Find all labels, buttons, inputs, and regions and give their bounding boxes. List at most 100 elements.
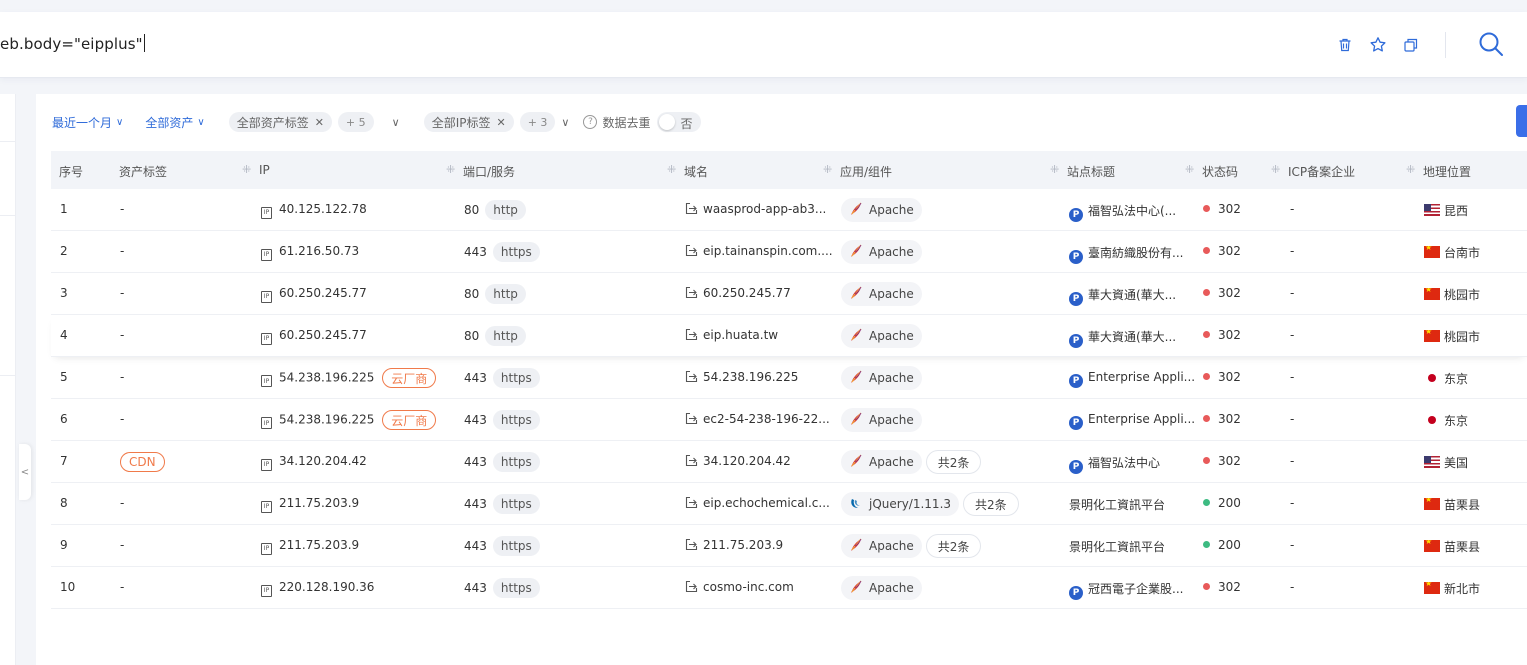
ip-cell[interactable]: IP 211.75.203.9 [261,496,359,513]
table-row[interactable]: 10 - IP 220.128.190.36 443 https cosmo-inc.com… [51,567,1527,609]
ip-tag-chip[interactable]: 全部IP标签 ✕ [423,112,514,132]
external-link-icon[interactable] [685,580,703,594]
app-chip[interactable]: Apache [841,534,922,558]
domain-cell[interactable]: waasprod-app-ab3... [685,202,826,216]
table-row[interactable]: 5 - IP 54.238.196.225 云厂商 443 https 54.238.196… [51,357,1527,399]
ip-cell[interactable]: IP 211.75.203.9 [261,538,359,555]
primary-action-button[interactable] [1516,105,1527,137]
ip-link[interactable]: 34.120.204.42 [279,454,367,468]
app-more-count[interactable]: 共2条 [925,450,982,474]
ip-link[interactable]: 60.250.245.77 [279,328,367,342]
app-chip[interactable]: Apache [841,282,922,306]
ip-tag-more[interactable]: + 3 [519,112,556,132]
help-icon[interactable]: ? [583,115,598,129]
app-chip[interactable]: Apache [841,240,922,264]
domain-cell[interactable]: 60.250.245.77 [685,286,791,300]
search-icon[interactable] [1477,30,1505,58]
table-row[interactable]: 1 - IP 40.125.122.78 80 http waasprod-app-ab3.… [51,189,1527,231]
service-badge[interactable]: https [492,536,540,556]
column-resize-icon[interactable]: ⁜ [667,163,676,176]
table-row[interactable]: 8 - IP 211.75.203.9 443 https eip.echochemical… [51,483,1527,525]
external-link-icon[interactable] [685,286,703,300]
app-more-count[interactable]: 共2条 [925,534,982,558]
domain-cell[interactable]: 54.238.196.225 [685,370,798,384]
column-resize-icon[interactable]: ⁜ [1406,163,1415,176]
ip-cell[interactable]: IP 40.125.122.78 [261,202,367,219]
domain-cell[interactable]: 34.120.204.42 [685,454,791,468]
app-chip[interactable]: Apache [841,450,922,474]
ip-cell[interactable]: IP 54.238.196.225 云厂商 [261,368,437,388]
service-badge[interactable]: https [492,368,540,388]
star-icon[interactable] [1367,34,1389,56]
ip-link[interactable]: 220.128.190.36 [279,580,374,594]
asset-scope-select[interactable]: 全部资产 ∨ [145,114,204,131]
app-chip[interactable]: Apache [841,576,922,600]
domain-cell[interactable]: 211.75.203.9 [685,538,783,552]
column-resize-icon[interactable]: ⁜ [1050,163,1059,176]
column-resize-icon[interactable]: ⁜ [446,163,455,176]
ip-cell[interactable]: IP 61.216.50.73 [261,244,359,261]
domain-cell[interactable]: eip.tainanspin.com.... [685,244,833,258]
copy-icon[interactable] [1400,34,1422,56]
ip-link[interactable]: 60.250.245.77 [279,286,367,300]
app-chip[interactable]: Apache [841,408,922,432]
service-badge[interactable]: https [492,410,540,430]
asset-tag-more[interactable]: + 5 [337,112,374,132]
table-row[interactable]: 7 CDN IP 34.120.204.42 443 https 34.120.204.42… [51,441,1527,483]
external-link-icon[interactable] [685,538,703,552]
table-row[interactable]: 3 - IP 60.250.245.77 80 http 60.250.245.77 Apac… [51,273,1527,315]
external-link-icon[interactable] [685,202,703,216]
ip-link[interactable]: 61.216.50.73 [279,244,359,258]
chevron-down-icon[interactable]: ∨ [392,116,400,129]
external-link-icon[interactable] [685,496,703,510]
service-badge[interactable]: http [485,200,526,220]
domain-cell[interactable]: eip.huata.tw [685,328,778,342]
dedupe-toggle[interactable]: 否 [656,112,701,132]
ip-link[interactable]: 54.238.196.225 [279,413,374,427]
external-link-icon[interactable] [685,328,703,342]
column-resize-icon[interactable]: ⁜ [242,163,251,176]
service-badge[interactable]: https [492,452,540,472]
ip-cell[interactable]: IP 60.250.245.77 [261,328,367,345]
ip-link[interactable]: 211.75.203.9 [279,496,359,510]
service-badge[interactable]: https [492,494,540,514]
column-resize-icon[interactable]: ⁜ [1185,163,1194,176]
external-link-icon[interactable] [685,244,703,258]
service-badge[interactable]: https [492,242,540,262]
ip-cell[interactable]: IP 60.250.245.77 [261,286,367,303]
app-chip[interactable]: Apache [841,366,922,390]
column-resize-icon[interactable]: ⁜ [823,163,832,176]
external-link-icon[interactable] [685,370,703,384]
external-link-icon[interactable] [685,454,703,468]
service-badge[interactable]: https [492,578,540,598]
table-row[interactable]: 2 - IP 61.216.50.73 443 https eip.tainanspin.c… [51,231,1527,273]
ip-link[interactable]: 54.238.196.225 [279,371,374,385]
ip-link[interactable]: 211.75.203.9 [279,538,359,552]
time-range-select[interactable]: 最近一个月 ∨ [52,114,123,131]
column-resize-icon[interactable]: ⁜ [1271,163,1280,176]
collapse-panel-button[interactable]: < [19,444,31,500]
domain-cell[interactable]: eip.echochemical.c... [685,496,830,510]
table-row[interactable]: 6 - IP 54.238.196.225 云厂商 443 https ec2-54-238… [51,399,1527,441]
close-icon[interactable]: ✕ [496,116,505,129]
ip-cell[interactable]: IP 34.120.204.42 [261,454,367,471]
ip-cell[interactable]: IP 220.128.190.36 [261,580,374,597]
domain-cell[interactable]: ec2-54-238-196-22... [685,412,830,426]
ip-link[interactable]: 40.125.122.78 [279,202,367,216]
app-more-count[interactable]: 共2条 [963,492,1019,516]
service-badge[interactable]: http [485,284,526,304]
app-chip[interactable]: Apache [841,198,922,222]
external-link-icon[interactable] [685,412,703,426]
table-row[interactable]: 9 - IP 211.75.203.9 443 https 211.75.203.9 Apac… [51,525,1527,567]
chevron-down-icon[interactable]: ∨ [561,116,569,129]
asset-tag-chip[interactable]: 全部资产标签 ✕ [228,112,332,132]
domain-cell[interactable]: cosmo-inc.com [685,580,794,594]
close-icon[interactable]: ✕ [315,116,324,129]
delete-icon[interactable] [1334,34,1356,56]
service-badge[interactable]: http [485,326,526,346]
search-query-input[interactable]: eb.body="eipplus" [0,34,145,53]
app-chip[interactable]: jQuery/1.11.3 [841,492,960,516]
table-row[interactable]: 4 - IP 60.250.245.77 80 http eip.huata.tw Apach… [51,315,1527,357]
ip-cell[interactable]: IP 54.238.196.225 云厂商 [261,410,437,430]
app-chip[interactable]: Apache [841,324,922,348]
